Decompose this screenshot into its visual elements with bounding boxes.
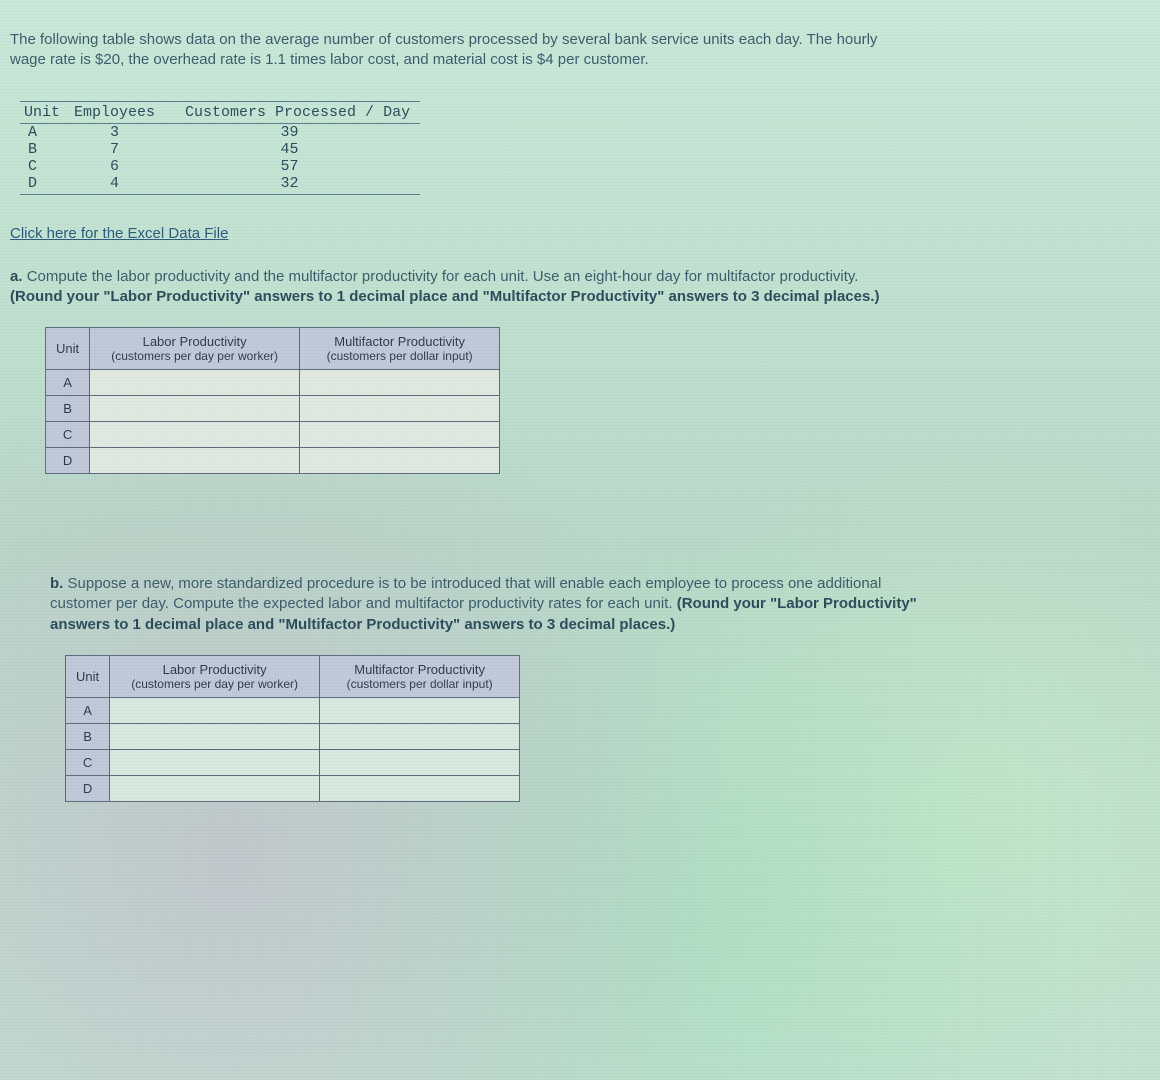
table-row: D 4 32 [20, 175, 420, 195]
part-a-prompt: a. Compute the labor productivity and th… [10, 267, 1150, 308]
given-data-table: Unit Employees Customers Processed / Day… [20, 101, 420, 195]
table-row: C [46, 422, 500, 448]
multifactor-productivity-b-input-b[interactable] [320, 724, 519, 749]
multifactor-productivity-input-c[interactable] [300, 422, 499, 447]
table-row: D [46, 448, 500, 474]
multi-header-sub: (customers per dollar input) [330, 677, 509, 691]
multi-header-main: Multifactor Productivity [354, 662, 485, 677]
part-a-lead: a. [10, 268, 27, 285]
labor-productivity-input-c[interactable] [90, 422, 299, 447]
labor-productivity-input-a[interactable] [90, 370, 299, 395]
ans-col-labor: Labor Productivity (customers per day pe… [110, 655, 320, 697]
unit-label: B [46, 396, 90, 422]
col-employees: Employees [70, 101, 165, 123]
multi-header-main: Multifactor Productivity [334, 334, 465, 349]
cell-unit: B [20, 141, 70, 158]
col-unit: Unit [20, 101, 70, 123]
part-b-answer-table: Unit Labor Productivity (customers per d… [65, 655, 520, 802]
multi-header-sub: (customers per dollar input) [310, 349, 489, 363]
cell-customers: 45 [165, 141, 420, 158]
labor-header-sub: (customers per day per worker) [100, 349, 289, 363]
table-row: B 7 45 [20, 141, 420, 158]
part-b-bold1: (Round your "Labor Productivity" [677, 595, 917, 612]
multifactor-productivity-input-b[interactable] [300, 396, 499, 421]
table-row: C 6 57 [20, 158, 420, 175]
labor-productivity-b-input-a[interactable] [110, 698, 319, 723]
multifactor-productivity-input-a[interactable] [300, 370, 499, 395]
unit-label: D [46, 448, 90, 474]
unit-label: D [66, 775, 110, 801]
cell-customers: 32 [165, 175, 420, 195]
cell-unit: D [20, 175, 70, 195]
labor-productivity-b-input-b[interactable] [110, 724, 319, 749]
table-row: A 3 39 [20, 123, 420, 141]
intro-line1: The following table shows data on the av… [10, 31, 877, 48]
unit-label: B [66, 723, 110, 749]
ans-col-unit: Unit [46, 328, 90, 370]
excel-data-file-link[interactable]: Click here for the Excel Data File [10, 225, 228, 242]
unit-label: C [66, 749, 110, 775]
table-row: C [66, 749, 520, 775]
problem-intro: The following table shows data on the av… [10, 30, 1150, 71]
intro-line2: wage rate is $20, the overhead rate is 1… [10, 50, 1150, 70]
table-row: D [66, 775, 520, 801]
labor-productivity-b-input-c[interactable] [110, 750, 319, 775]
part-b-bold2: answers to 1 decimal place and "Multifac… [50, 616, 675, 633]
multifactor-productivity-b-input-a[interactable] [320, 698, 519, 723]
labor-header-sub: (customers per day per worker) [120, 677, 309, 691]
cell-customers: 57 [165, 158, 420, 175]
unit-label: A [66, 697, 110, 723]
table-row: A [46, 370, 500, 396]
ans-col-unit: Unit [66, 655, 110, 697]
unit-label: A [46, 370, 90, 396]
cell-employees: 6 [70, 158, 165, 175]
part-b-text2: customer per day. Compute the expected l… [50, 595, 677, 612]
cell-employees: 4 [70, 175, 165, 195]
ans-col-multi: Multifactor Productivity (customers per … [320, 655, 520, 697]
cell-unit: C [20, 158, 70, 175]
labor-header-main: Labor Productivity [163, 662, 267, 677]
cell-unit: A [20, 123, 70, 141]
labor-productivity-input-b[interactable] [90, 396, 299, 421]
cell-employees: 3 [70, 123, 165, 141]
part-b-prompt: b. Suppose a new, more standardized proc… [50, 574, 1150, 635]
unit-label: C [46, 422, 90, 448]
ans-col-multi: Multifactor Productivity (customers per … [300, 328, 500, 370]
part-a-bold: (Round your "Labor Productivity" answers… [10, 288, 880, 305]
multifactor-productivity-b-input-c[interactable] [320, 750, 519, 775]
table-row: A [66, 697, 520, 723]
labor-productivity-input-d[interactable] [90, 448, 299, 473]
labor-header-main: Labor Productivity [143, 334, 247, 349]
col-customers: Customers Processed / Day [165, 101, 420, 123]
table-header-row: Unit Employees Customers Processed / Day [20, 101, 420, 123]
table-row: B [46, 396, 500, 422]
cell-employees: 7 [70, 141, 165, 158]
part-a-answer-table: Unit Labor Productivity (customers per d… [45, 327, 500, 474]
labor-productivity-b-input-d[interactable] [110, 776, 319, 801]
part-a-text: Compute the labor productivity and the m… [27, 268, 859, 285]
multifactor-productivity-b-input-d[interactable] [320, 776, 519, 801]
ans-col-labor: Labor Productivity (customers per day pe… [90, 328, 300, 370]
table-row: B [66, 723, 520, 749]
part-b-lead: b. [50, 575, 68, 592]
part-b-text1: Suppose a new, more standardized procedu… [68, 575, 882, 592]
cell-customers: 39 [165, 123, 420, 141]
multifactor-productivity-input-d[interactable] [300, 448, 499, 473]
